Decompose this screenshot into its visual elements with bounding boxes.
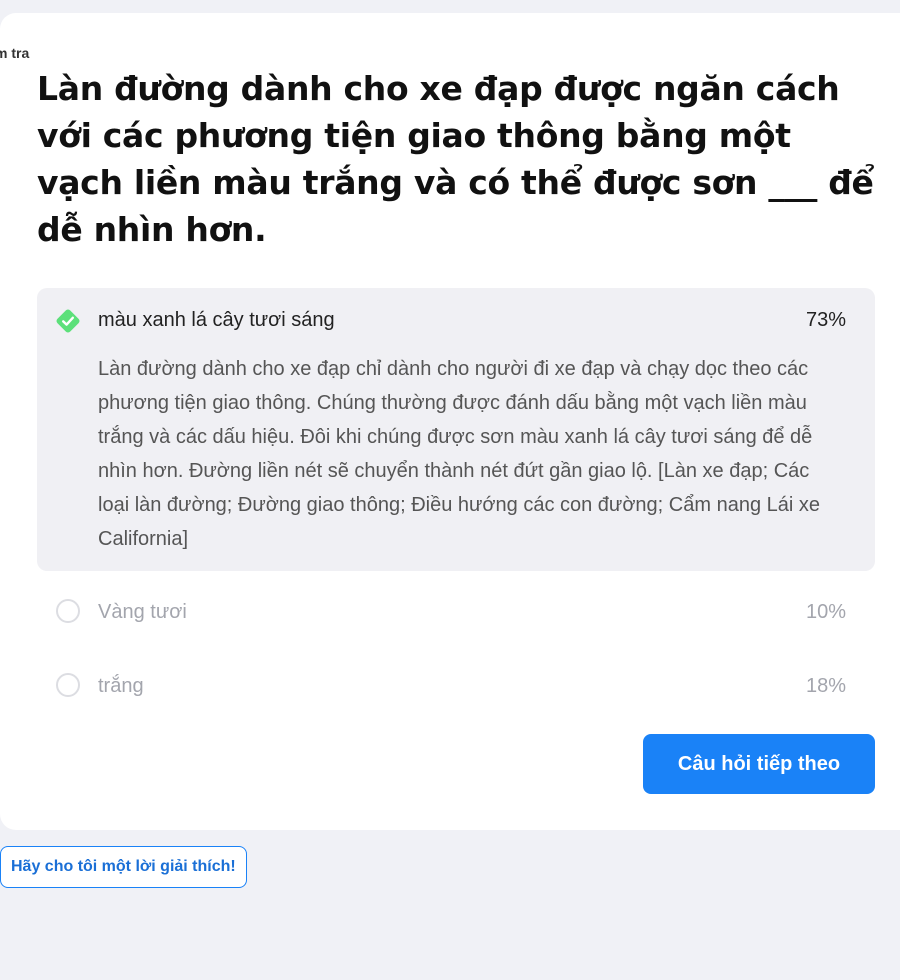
- radio-circle-icon[interactable]: [56, 673, 80, 697]
- answer-label: trắng: [98, 675, 144, 697]
- question-text: Làn đường dành cho xe đạp được ngăn cách…: [37, 69, 874, 249]
- explain-button[interactable]: Hãy cho tôi một lời giải thích!: [0, 846, 247, 888]
- radio-circle-icon[interactable]: [56, 599, 80, 623]
- corner-label: m tra: [0, 45, 30, 61]
- quiz-card: m tra Làn đường dành cho xe đạp được ngă…: [0, 13, 900, 830]
- answer-percent: 10%: [805, 601, 846, 623]
- answer-label: Vàng tươi: [98, 601, 187, 623]
- answer-percent: 18%: [805, 675, 846, 697]
- answer-option-correct[interactable]: màu xanh lá cây tươi sáng 73% Làn đường …: [37, 288, 875, 571]
- next-question-button[interactable]: Câu hỏi tiếp theo: [643, 734, 875, 794]
- answer-option-3[interactable]: trắng 18%: [37, 661, 875, 713]
- answer-label: màu xanh lá cây tươi sáng: [98, 309, 335, 331]
- answer-option-2[interactable]: Vàng tươi 10%: [37, 587, 875, 639]
- check-diamond-icon: [56, 309, 80, 333]
- answer-percent: 73%: [805, 309, 846, 331]
- answer-explanation: Làn đường dành cho xe đạp chỉ dành cho n…: [98, 358, 820, 550]
